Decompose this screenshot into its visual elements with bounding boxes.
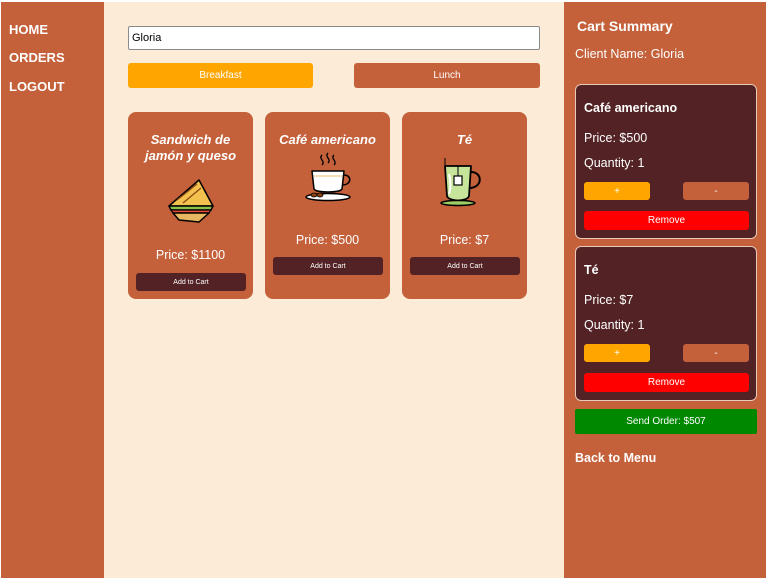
product-card-cafe-americano: Café americano Price: $500 Add to Cart: [265, 112, 390, 299]
product-price: Price: $500: [295, 233, 360, 247]
cart-item-name: Té: [584, 263, 599, 277]
product-name: Sandwich de jamón y queso: [144, 132, 237, 163]
cart-item: Té Price: $7 Quantity: 1 + - Remove: [575, 246, 757, 401]
breakfast-tab-button[interactable]: Breakfast: [128, 63, 313, 88]
nav-home-link[interactable]: HOME: [9, 22, 48, 37]
cart-item-price: Price: $7: [584, 293, 634, 307]
tea-cup-icon: [439, 158, 481, 207]
sidebar: HOME ORDERS LOGOUT: [1, 2, 104, 578]
client-name-label: Client Name: Gloria: [575, 47, 685, 61]
add-to-cart-button[interactable]: Add to Cart: [410, 257, 520, 275]
cart-item-quantity: Quantity: 1: [584, 318, 645, 332]
remove-item-button[interactable]: Remove: [584, 211, 749, 230]
cart-summary-panel: Cart Summary Client Name: Gloria Café am…: [564, 2, 766, 578]
increase-quantity-button[interactable]: +: [584, 344, 650, 362]
cart-item-quantity: Quantity: 1: [584, 156, 645, 170]
cart-item: Café americano Price: $500 Quantity: 1 +…: [575, 84, 757, 239]
decrease-quantity-button[interactable]: -: [683, 182, 749, 200]
product-card-sandwich: Sandwich de jamón y queso Price: $1100 A…: [128, 112, 253, 299]
nav-logout-link[interactable]: LOGOUT: [9, 79, 65, 94]
cart-item-name: Café americano: [584, 101, 678, 115]
add-to-cart-button[interactable]: Add to Cart: [136, 273, 246, 291]
lunch-tab-button[interactable]: Lunch: [354, 63, 540, 88]
back-to-menu-link[interactable]: Back to Menu: [575, 451, 656, 465]
client-name-input[interactable]: [128, 26, 540, 50]
cart-item-price: Price: $500: [584, 131, 648, 145]
cart-title: Cart Summary: [577, 18, 673, 34]
product-name: Café americano: [279, 132, 376, 147]
sandwich-icon: [167, 179, 214, 223]
decrease-quantity-button[interactable]: -: [683, 344, 749, 362]
menu-area: Breakfast Lunch Sandwich de jamón y ques…: [104, 2, 564, 578]
remove-item-button[interactable]: Remove: [584, 373, 749, 392]
increase-quantity-button[interactable]: +: [584, 182, 650, 200]
add-to-cart-button[interactable]: Add to Cart: [273, 257, 383, 275]
product-name: Té: [456, 132, 473, 147]
coffee-cup-icon: [304, 152, 351, 202]
product-price: Price: $1100: [155, 248, 226, 262]
product-card-te: Té Price: $7 Add to Cart: [402, 112, 527, 299]
product-price: Price: $7: [439, 233, 490, 247]
nav-orders-link[interactable]: ORDERS: [9, 50, 65, 65]
send-order-button[interactable]: Send Order: $507: [575, 409, 757, 434]
